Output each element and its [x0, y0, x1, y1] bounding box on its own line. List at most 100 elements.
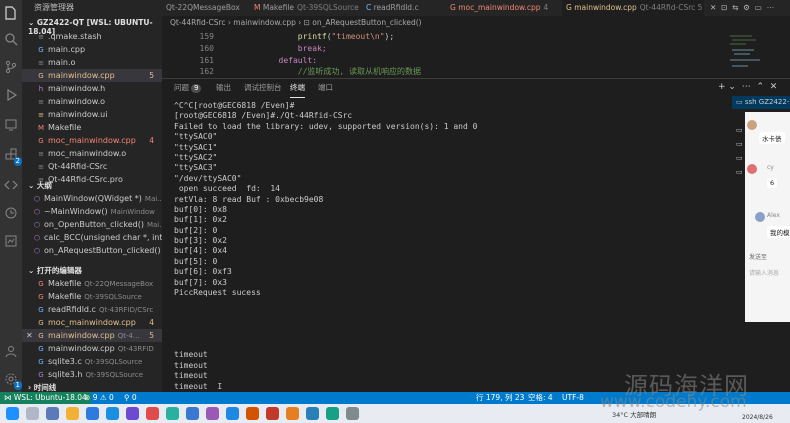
file-icon: G: [38, 280, 44, 288]
app-icon[interactable]: [126, 407, 139, 420]
app-icon[interactable]: [286, 407, 299, 420]
code-tail: );: [384, 32, 395, 41]
app-icon[interactable]: [246, 407, 259, 420]
code-icon[interactable]: [2, 176, 20, 194]
code-editor[interactable]: 159 printf("timeout\n"); 160 break; 161 …: [162, 30, 790, 78]
app-icon[interactable]: [306, 407, 319, 420]
file-name: moc_mainwindow.cpp: [48, 318, 136, 327]
file-item[interactable]: ≡ Qt-44Rfid-CSrc: [22, 160, 162, 173]
outline-item[interactable]: ⬡ ~MainWindow() MainWindow: [22, 205, 162, 218]
tab-problems[interactable]: 问题 9: [174, 79, 202, 97]
outline-item[interactable]: ⬡ calc_BCC(unsigned char *, int): [22, 231, 162, 244]
file-item[interactable]: Gmain.cpp: [22, 43, 162, 56]
outline-item[interactable]: ⬡on_OpenButton_clicked()Mai...: [22, 218, 162, 231]
tab-moc-mainwindow[interactable]: G moc_mainwindow.cpp 4: [446, 0, 556, 16]
tab-output[interactable]: 输出: [216, 79, 231, 97]
open-editor-item[interactable]: G Makefile Qt-39SQLSource: [22, 290, 162, 303]
file-item[interactable]: Gmoc_mainwindow.cpp 4: [22, 134, 162, 147]
tab-mainwindow-active[interactable]: G mainwindow.cpp Qt-44Rfid-CSrc 5: [562, 0, 704, 16]
outline-item[interactable]: ⬡on_ARequestButton_clicked()...: [22, 244, 162, 257]
close-tab-icon[interactable]: ✕: [710, 3, 716, 12]
warning-count: 0: [108, 393, 114, 402]
open-editor-item[interactable]: Gsqlite3.c Qt-39SQLSource: [22, 355, 162, 368]
open-editor-item[interactable]: GreadRfidld.c Qt-43RFID/CSrc: [22, 303, 162, 316]
ports-indicator[interactable]: ⚲ 0: [124, 392, 137, 404]
terminal-item-ssh[interactable]: ▭ ssh GZ2422-...: [732, 96, 790, 109]
app-icon[interactable]: [346, 407, 359, 420]
maximize-panel-icon[interactable]: ⌃: [756, 82, 764, 92]
extensions-icon[interactable]: 2: [2, 146, 22, 166]
open-editor-item[interactable]: ✕ Gmainwindow.cpp Qt-4... 5: [22, 329, 162, 342]
search-icon[interactable]: [26, 407, 39, 420]
breadcrumb[interactable]: Qt-44Rfid-CSrc › mainwindow.cpp › ⊡ on_A…: [162, 16, 790, 30]
file-item[interactable]: ≡ main.o: [22, 56, 162, 69]
app-icon[interactable]: [166, 407, 179, 420]
indentation[interactable]: 空格: 4: [528, 392, 553, 404]
remote-explorer-icon[interactable]: [2, 116, 20, 134]
file-item[interactable]: M Makefile: [22, 121, 162, 134]
app-icon[interactable]: [266, 407, 279, 420]
file-icon: G: [38, 371, 44, 379]
chat-input[interactable]: 请输入消息: [749, 268, 779, 277]
file-item[interactable]: ≡ moc_mainwindow.o: [22, 147, 162, 160]
open-editor-item[interactable]: Gsqlite3.h Qt-39SQLSource: [22, 368, 162, 381]
source-control-icon[interactable]: [2, 58, 20, 76]
compare-icon[interactable]: ⇆: [732, 3, 738, 12]
cursor-position[interactable]: 行 179, 列 23: [476, 392, 524, 404]
file-explorer-icon[interactable]: [66, 407, 79, 420]
testing-icon[interactable]: [2, 232, 20, 250]
app-icon[interactable]: [326, 407, 339, 420]
timeline-clock-icon[interactable]: [2, 204, 20, 222]
remote-indicator[interactable]: ⋈ WSL: Ubuntu-18.04: [0, 392, 91, 404]
more-actions-icon[interactable]: ⋯: [742, 82, 751, 92]
file-item[interactable]: ≡ .qmake.stash: [22, 30, 162, 43]
terminal-output[interactable]: ^C^C[root@GEC6818 /Even]# [root@GEC6818 /…: [174, 101, 734, 391]
task-view-icon[interactable]: [46, 407, 59, 420]
error-count: 9: [92, 393, 98, 402]
app-icon[interactable]: [186, 407, 199, 420]
editor-actions: ✕ ⊡ ⇆ ⚙ ▭ ⋯: [706, 0, 790, 16]
outline-item[interactable]: ⬡ MainWindow(QWidget *) Mai...: [22, 192, 162, 205]
tab-makefile[interactable]: M Makefile Qt-39SQLSource: [250, 0, 360, 16]
store-icon[interactable]: [106, 407, 119, 420]
explorer-icon[interactable]: [2, 4, 20, 22]
settings-gear-icon[interactable]: 1: [2, 370, 22, 390]
tab-debug-console[interactable]: 调试控制台: [244, 79, 282, 97]
start-windows-icon[interactable]: [6, 407, 19, 420]
layout-icon[interactable]: ▭: [755, 3, 762, 12]
tab-terminal[interactable]: 终端: [290, 79, 305, 98]
search-icon[interactable]: [2, 30, 20, 48]
open-editors-section[interactable]: ⌄ 打开的编辑器: [28, 265, 82, 276]
more-actions-icon[interactable]: ⋯: [767, 3, 775, 12]
outline-section[interactable]: ⌄ 大纲: [28, 180, 52, 191]
open-editor-item[interactable]: G Makefile Qt-22QMessageBox: [22, 277, 162, 290]
browser-icon[interactable]: [86, 407, 99, 420]
close-panel-icon[interactable]: ✕: [770, 82, 778, 92]
minimap[interactable]: [726, 30, 766, 78]
file-item[interactable]: Gmainwindow.cpp 5: [22, 69, 162, 82]
encoding[interactable]: UTF-8: [562, 392, 584, 404]
close-icon[interactable]: ✕: [26, 329, 33, 342]
open-editor-item[interactable]: Gmainwindow.cpp Qt-43RFID: [22, 342, 162, 355]
clock-date[interactable]: 2024/8/26: [742, 414, 773, 421]
problems-indicator[interactable]: ⊗ 9 ⚠ 0: [84, 392, 114, 404]
open-editor-item[interactable]: Gmoc_mainwindow.cpp 4: [22, 316, 162, 329]
settings-gear-icon[interactable]: ⚙: [743, 3, 750, 12]
tab-ports[interactable]: 端口: [318, 79, 333, 97]
vscode-icon[interactable]: [226, 407, 239, 420]
new-terminal-plus-icon[interactable]: +: [718, 82, 726, 92]
file-item[interactable]: ≡ mainwindow.o: [22, 95, 162, 108]
chevron-down-icon[interactable]: ⌄: [728, 82, 736, 92]
split-editor-icon[interactable]: ⊡: [721, 3, 727, 12]
app-icon[interactable]: [146, 407, 159, 420]
run-debug-icon[interactable]: [2, 86, 20, 104]
file-item[interactable]: ≡ mainwindow.ui: [22, 108, 162, 121]
tab-qmessagebox[interactable]: Qt-22QMessageBox: [162, 0, 248, 16]
tab-readrfidld[interactable]: C readRfidld.c: [362, 0, 444, 16]
account-icon[interactable]: [2, 342, 20, 360]
app-icon[interactable]: [206, 407, 219, 420]
send-to-label[interactable]: 发送至: [749, 252, 767, 261]
outline-label: ~MainWindow(): [44, 207, 108, 216]
file-item[interactable]: h mainwindow.h: [22, 82, 162, 95]
